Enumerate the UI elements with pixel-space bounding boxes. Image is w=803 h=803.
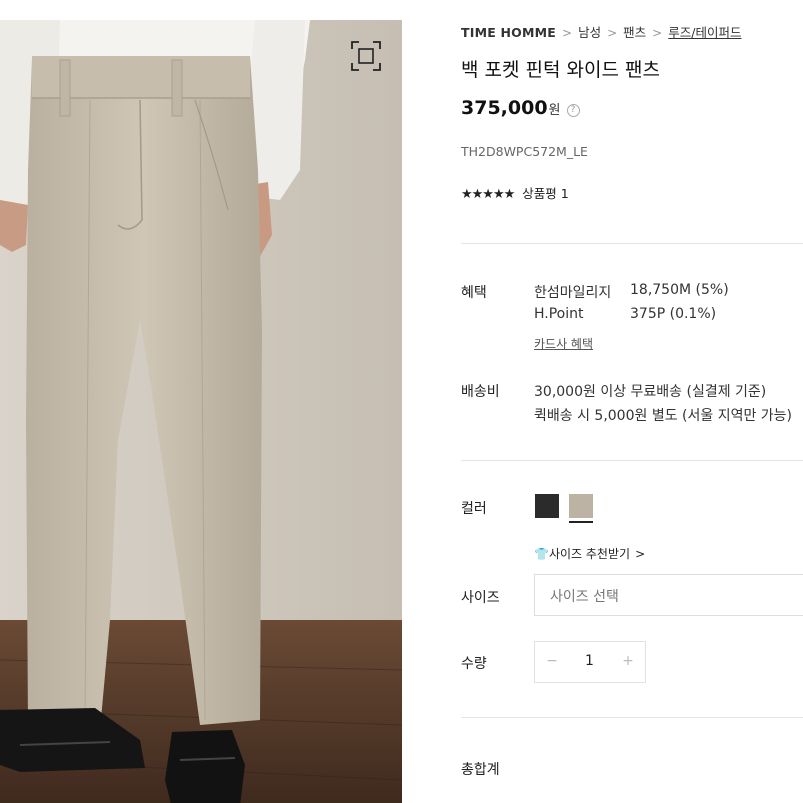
divider (461, 243, 803, 244)
zoom-icon[interactable] (348, 38, 384, 74)
card-benefit-link[interactable]: 카드사 혜택 (534, 335, 593, 352)
product-price: 375,000원? (461, 97, 580, 119)
shipping-line: 30,000원 이상 무료배송 (실결제 기준) (534, 384, 767, 400)
benefit-name: H.Point (534, 306, 584, 322)
help-icon[interactable]: ? (566, 104, 580, 117)
rating[interactable]: ★★★★★ 상품평 1 (461, 183, 569, 202)
product-info-panel: TIME HOMME > 남성 > 팬츠 > 루즈/테이퍼드 백 포켓 핀턱 와이드 팬츠 … (461, 0, 803, 803)
divider (461, 717, 803, 718)
benefit-name: 한섬마일리지 (534, 285, 612, 301)
plus-icon[interactable]: + (621, 653, 635, 669)
quantity-label: 수량 (461, 656, 487, 672)
chevron-right-icon: > (607, 26, 618, 40)
review-count[interactable]: 상품평 1 (522, 186, 568, 201)
product-image[interactable] (0, 20, 402, 803)
minus-icon[interactable]: − (545, 653, 559, 669)
shipping-label: 배송비 (461, 384, 500, 400)
benefit-value: 18,750M (5%) (630, 282, 729, 298)
shirt-icon: 👕 (534, 547, 549, 561)
color-swatch-beige[interactable] (569, 494, 593, 523)
color-swatch-black[interactable] (535, 494, 559, 518)
color-label: 컬러 (461, 501, 487, 517)
total-label: 총합계 (461, 762, 500, 778)
breadcrumb-item-men[interactable]: 남성 (578, 25, 601, 40)
breadcrumb-item-loose-tapered[interactable]: 루즈/테이퍼드 (668, 25, 741, 40)
shipping-line: 퀵배송 시 5,000원 별도 (서울 지역만 가능) (534, 408, 793, 424)
benefit-value: 375P (0.1%) (630, 306, 717, 322)
size-recommend-label: 사이즈 추천받기 (548, 547, 631, 561)
breadcrumb: TIME HOMME > 남성 > 팬츠 > 루즈/테이퍼드 (461, 22, 741, 41)
price-unit: 원 (548, 103, 561, 118)
quantity-value[interactable]: 1 (585, 653, 594, 669)
size-label: 사이즈 (461, 590, 500, 606)
price-value: 375,000 (461, 97, 548, 119)
star-rating-icon: ★★★★★ (461, 187, 515, 202)
benefit-label: 혜택 (461, 285, 487, 301)
quantity-stepper: − 1 + (534, 641, 646, 683)
size-select[interactable]: 사이즈 선택 (534, 574, 803, 616)
chevron-right-icon: > (562, 26, 573, 40)
product-code: TH2D8WPC572M_LE (461, 144, 588, 159)
divider (461, 460, 803, 461)
product-title: 백 포켓 핀턱 와이드 팬츠 (461, 59, 660, 81)
chevron-right-icon: > (652, 26, 663, 40)
size-recommend-link[interactable]: 👕사이즈 추천받기 > (534, 545, 645, 562)
chevron-right-icon: > (635, 547, 646, 561)
breadcrumb-item-pants[interactable]: 팬츠 (623, 25, 646, 40)
breadcrumb-brand[interactable]: TIME HOMME (461, 25, 556, 40)
